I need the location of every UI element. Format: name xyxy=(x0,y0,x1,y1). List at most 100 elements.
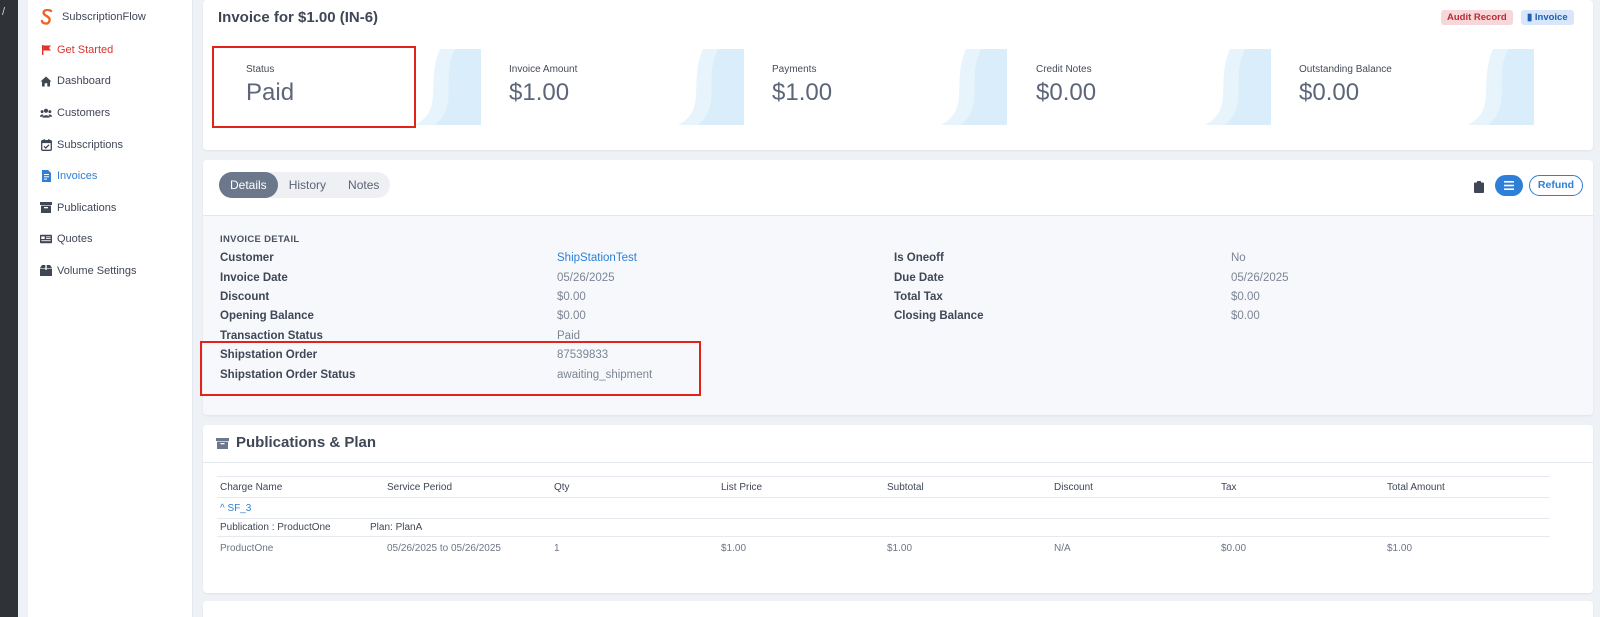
stat-invoice-amount: Invoice Amount $1.00 xyxy=(476,49,744,125)
box-icon xyxy=(40,265,52,277)
sidebar-item-invoices[interactable]: Invoices xyxy=(28,160,192,192)
stat-label: Credit Notes xyxy=(1036,64,1092,75)
list-view-button[interactable] xyxy=(1495,175,1523,196)
flag-icon xyxy=(40,44,52,56)
main-content: Invoice for $1.00 (IN-6) Audit Record ▮ … xyxy=(200,0,1593,617)
column-header: Total Amount xyxy=(1387,482,1445,493)
stat-decoration xyxy=(1205,49,1271,125)
stat-value: $1.00 xyxy=(772,79,833,106)
os-side-strip: / xyxy=(0,0,18,617)
sidebar-item-get-started[interactable]: Get Started xyxy=(28,34,192,66)
table-divider xyxy=(217,497,1550,498)
sidebar-item-dashboard[interactable]: Dashboard xyxy=(28,66,192,98)
invoice-detail-card: Details History Notes Refund INVOICE DET… xyxy=(200,160,1593,415)
status-highlight-box xyxy=(212,46,416,128)
sidebar-item-label: Dashboard xyxy=(57,75,111,88)
detail-label-invoice-date: Invoice Date xyxy=(220,272,288,284)
stat-decoration xyxy=(941,49,1007,125)
sidebar-item-label: Publications xyxy=(57,201,117,214)
invoice-badge-label: Invoice xyxy=(1534,12,1568,23)
cell-qty: 1 xyxy=(554,543,560,554)
cell-service-period: 05/26/2025 to 05/26/2025 xyxy=(387,543,501,554)
plan-label: Plan: PlanA xyxy=(370,522,423,533)
tab-notes[interactable]: Notes xyxy=(337,172,390,198)
users-icon xyxy=(40,107,52,119)
stat-credit-notes: Credit Notes $0.00 xyxy=(1003,49,1271,125)
audit-record-badge[interactable]: Audit Record xyxy=(1441,10,1513,25)
stat-decoration xyxy=(1468,49,1534,125)
refund-button[interactable]: Refund xyxy=(1529,175,1583,196)
cell-tax: $0.00 xyxy=(1221,543,1247,554)
sidebar-item-label: Subscriptions xyxy=(57,138,124,151)
subscriptionflow-logo-icon xyxy=(40,9,53,25)
page-title: Invoice for $1.00 (IN-6) xyxy=(218,9,379,26)
stat-label: Invoice Amount xyxy=(509,64,578,75)
stat-outstanding-balance: Outstanding Balance $0.00 xyxy=(1266,49,1534,125)
detail-label-opening-balance: Opening Balance xyxy=(220,310,314,322)
detail-label-total-tax: Total Tax xyxy=(894,291,943,303)
stat-value: $0.00 xyxy=(1299,79,1360,106)
invoice-badge[interactable]: ▮ Invoice xyxy=(1521,10,1574,25)
column-header: Tax xyxy=(1221,482,1237,493)
sidebar-item-quotes[interactable]: Quotes xyxy=(28,224,192,256)
detail-label-discount: Discount xyxy=(220,291,270,303)
brand-name: SubscriptionFlow xyxy=(62,11,146,23)
brand[interactable]: SubscriptionFlow xyxy=(28,0,192,34)
sidebar-item-customers[interactable]: Customers xyxy=(28,97,192,129)
publications-header: Publications & Plan xyxy=(203,425,1593,463)
detail-value-is-oneoff: No xyxy=(1231,252,1246,264)
column-header: Qty xyxy=(554,482,570,493)
tab-history[interactable]: History xyxy=(278,172,337,198)
sidebar-item-label: Customers xyxy=(57,106,111,119)
sidebar-item-publications[interactable]: Publications xyxy=(28,192,192,224)
column-header: Service Period xyxy=(387,482,453,493)
tab-group: Details History Notes xyxy=(219,172,391,198)
detail-value-discount: $0.00 xyxy=(557,291,586,303)
sidebar-item-label: Quotes xyxy=(57,233,93,246)
detail-value-opening-balance: $0.00 xyxy=(557,310,586,322)
archive-icon xyxy=(216,438,229,449)
detail-value-closing-balance: $0.00 xyxy=(1231,310,1260,322)
detail-toolbar: Details History Notes Refund xyxy=(203,160,1593,216)
column-header: Subtotal xyxy=(887,482,924,493)
sidebar-item-subscriptions[interactable]: Subscriptions xyxy=(28,129,192,161)
list-icon xyxy=(1504,181,1514,190)
shipstation-highlight-box xyxy=(200,341,701,396)
publications-plan-card: Publications & Plan Charge Name Service … xyxy=(203,425,1593,593)
sidebar-item-volume-settings[interactable]: Volume Settings xyxy=(28,255,192,287)
invoice-summary-card: Invoice for $1.00 (IN-6) Audit Record ▮ … xyxy=(203,0,1593,150)
archive-icon xyxy=(40,202,52,214)
detail-label-closing-balance: Closing Balance xyxy=(894,310,984,322)
column-header: Discount xyxy=(1054,482,1093,493)
sidebar: SubscriptionFlow Get Started Dashboard C… xyxy=(28,0,193,617)
column-header: Charge Name xyxy=(220,482,283,493)
cell-charge-name: ProductOne xyxy=(220,543,274,554)
detail-label-is-oneoff: Is Oneoff xyxy=(894,252,944,264)
strip-glyph: / xyxy=(2,6,6,18)
detail-value-invoice-date: 05/26/2025 xyxy=(557,272,615,284)
stat-label: Outstanding Balance xyxy=(1299,64,1392,75)
table-divider xyxy=(217,536,1550,537)
calendar-check-icon xyxy=(40,138,52,151)
customer-link[interactable]: ShipStationTest xyxy=(557,249,637,268)
cell-discount: N/A xyxy=(1054,543,1071,554)
detail-value-total-tax: $0.00 xyxy=(1231,291,1260,303)
detail-label: Customer xyxy=(220,252,274,264)
table-divider xyxy=(217,476,1550,477)
cell-list-price: $1.00 xyxy=(721,543,747,554)
detail-value-due-date: 05/26/2025 xyxy=(1231,272,1289,284)
id-card-icon xyxy=(40,233,52,245)
clipboard-icon[interactable] xyxy=(1474,181,1484,193)
plan-group-toggle[interactable]: ^ SF_3 xyxy=(220,503,251,514)
tab-details[interactable]: Details xyxy=(219,172,278,198)
detail-label-due-date: Due Date xyxy=(894,272,944,284)
detail-row-customer: Customer xyxy=(220,249,274,268)
file-invoice-icon xyxy=(40,170,52,183)
publication-label: Publication : ProductOne xyxy=(220,522,331,533)
stat-label: Payments xyxy=(772,64,817,75)
stat-value: $1.00 xyxy=(509,79,570,106)
stat-decoration xyxy=(678,49,744,125)
sidebar-item-label: Get Started xyxy=(57,43,114,56)
table-divider xyxy=(217,518,1550,519)
cell-total-amount: $1.00 xyxy=(1387,543,1413,554)
